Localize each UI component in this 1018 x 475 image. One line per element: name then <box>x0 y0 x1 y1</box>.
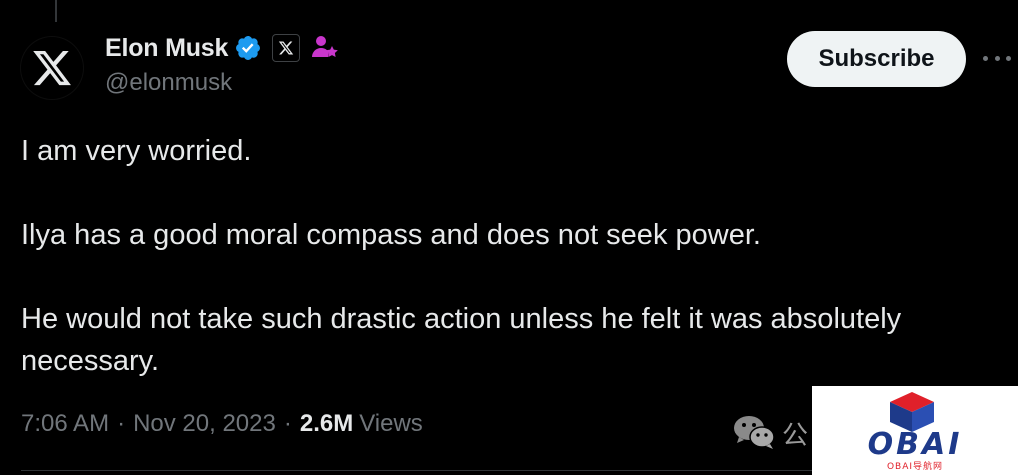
thread-connector-line <box>55 0 57 22</box>
verified-badge-icon[interactable] <box>234 34 262 62</box>
author-display-name[interactable]: Elon Musk <box>105 34 228 63</box>
more-dot <box>983 55 988 61</box>
x-affiliate-logo-icon[interactable] <box>272 34 301 62</box>
meta-separator: · <box>117 410 126 437</box>
author-handle[interactable]: @elonmusk <box>105 69 232 97</box>
tweet-paragraph: He would not take such drastic action un… <box>21 303 902 377</box>
wechat-icon <box>733 414 775 450</box>
watermark-text: OBAI <box>868 427 963 462</box>
more-dot <box>994 55 1000 61</box>
wechat-account-label: 公 <box>782 421 809 451</box>
tweet-paragraph: I am very worried. <box>21 135 252 167</box>
tweet-time[interactable]: 7:06 AM <box>21 410 109 438</box>
x-logo-icon <box>33 50 71 86</box>
watermark-subtext: OBAI导航网 <box>887 460 943 472</box>
tweet-text: I am very worried. Ilya has a good moral… <box>21 130 981 382</box>
avatar[interactable] <box>20 36 84 100</box>
tweet-date[interactable]: Nov 20, 2023 <box>133 410 276 438</box>
views-label: Views <box>359 410 423 437</box>
watermark-logo: OBAI OBAI导航网 <box>812 386 1018 475</box>
subscribe-button[interactable]: Subscribe <box>787 31 966 87</box>
tweet-paragraph: Ilya has a good moral compass and does n… <box>21 219 761 251</box>
x-affiliate-badge-icon[interactable] <box>306 33 340 63</box>
tweet-meta: 7:06 AM · Nov 20, 2023 · 2.6M Views <box>21 410 423 438</box>
more-horizontal-icon[interactable] <box>983 48 1011 68</box>
more-dot <box>1006 55 1011 61</box>
views-count: 2.6M <box>299 410 354 437</box>
author-name-row: Elon Musk <box>105 32 340 64</box>
meta-separator: · <box>283 410 292 437</box>
